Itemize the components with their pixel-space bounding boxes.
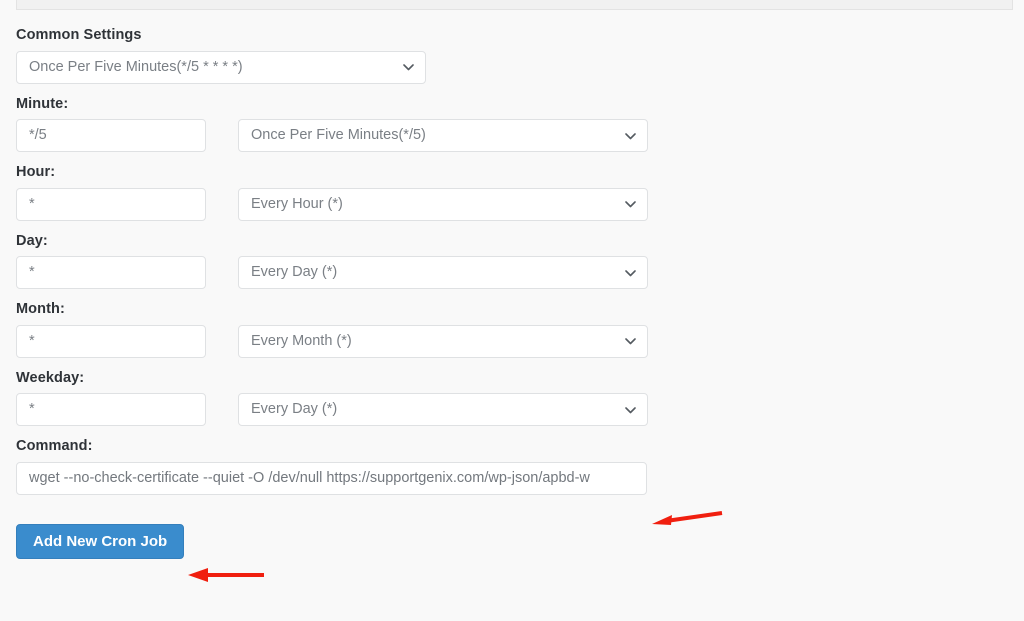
chevron-down-icon bbox=[403, 62, 414, 73]
day-select[interactable]: Every Day (*) bbox=[238, 256, 648, 289]
add-new-cron-job-button[interactable]: Add New Cron Job bbox=[16, 523, 185, 559]
hour-input[interactable]: * bbox=[16, 187, 206, 221]
weekday-input-value: * bbox=[29, 401, 35, 417]
common-settings-group: Common Settings Once Per Five Minutes(*/… bbox=[16, 28, 1008, 84]
command-row: wget --no-check-certificate --quiet -O /… bbox=[16, 461, 1008, 495]
hour-input-value: * bbox=[29, 195, 35, 212]
common-settings-select-value: Once Per Five Minutes(*/5 * * * *) bbox=[29, 58, 243, 75]
chevron-down-icon bbox=[625, 267, 636, 278]
minute-select-value: Once Per Five Minutes(*/5) bbox=[251, 127, 426, 143]
minute-input-value: */5 bbox=[29, 127, 47, 143]
hour-label: Hour: bbox=[16, 164, 56, 180]
minute-label: Minute: bbox=[16, 95, 69, 112]
chevron-down-icon bbox=[625, 130, 636, 141]
weekday-select-value: Every Day (*) bbox=[251, 401, 338, 417]
chevron-down-icon bbox=[625, 404, 636, 415]
month-input-value: * bbox=[29, 332, 35, 349]
hour-select-value: Every Hour (*) bbox=[251, 195, 343, 212]
weekday-group: Weekday: * Every Day (*) bbox=[16, 369, 1008, 426]
weekday-input[interactable]: * bbox=[16, 393, 206, 426]
command-input[interactable]: wget --no-check-certificate --quiet -O /… bbox=[16, 461, 647, 495]
common-settings-select[interactable]: Once Per Five Minutes(*/5 * * * *) bbox=[16, 50, 426, 84]
common-settings-label: Common Settings bbox=[16, 27, 142, 43]
month-label: Month: bbox=[16, 301, 65, 317]
minute-select[interactable]: Once Per Five Minutes(*/5) bbox=[238, 119, 648, 152]
month-row: * Every Month (*) bbox=[16, 324, 1008, 358]
weekday-row: * Every Day (*) bbox=[16, 393, 1008, 426]
chevron-down-icon bbox=[625, 336, 636, 347]
submit-row: Add New Cron Job bbox=[16, 508, 1008, 559]
weekday-label: Weekday: bbox=[16, 369, 85, 386]
month-select[interactable]: Every Month (*) bbox=[238, 324, 648, 358]
day-select-value: Every Day (*) bbox=[251, 264, 338, 280]
command-input-value: wget --no-check-certificate --quiet -O /… bbox=[29, 469, 590, 486]
day-row: * Every Day (*) bbox=[16, 256, 1008, 289]
minute-row: */5 Once Per Five Minutes(*/5) bbox=[16, 119, 1008, 152]
minute-input[interactable]: */5 bbox=[16, 119, 206, 152]
day-input-value: * bbox=[29, 264, 35, 280]
month-select-value: Every Month (*) bbox=[251, 332, 352, 349]
minute-group: Minute: */5 Once Per Five Minutes(*/5) bbox=[16, 95, 1008, 152]
hour-select[interactable]: Every Hour (*) bbox=[238, 187, 648, 221]
hour-row: * Every Hour (*) bbox=[16, 187, 1008, 221]
command-group: Command: wget --no-check-certificate --q… bbox=[16, 439, 1008, 495]
cron-job-form: Common Settings Once Per Five Minutes(*/… bbox=[16, 28, 1008, 559]
arrow-pointing-at-add-button bbox=[180, 566, 266, 586]
common-settings-row: Once Per Five Minutes(*/5 * * * *) bbox=[16, 50, 1008, 84]
day-group: Day: * Every Day (*) bbox=[16, 232, 1008, 289]
day-input[interactable]: * bbox=[16, 256, 206, 289]
chevron-down-icon bbox=[625, 199, 636, 210]
month-group: Month: * Every Month (*) bbox=[16, 302, 1008, 358]
month-input[interactable]: * bbox=[16, 324, 206, 358]
command-label: Command: bbox=[16, 438, 93, 454]
cut-off-panel-header bbox=[16, 0, 1013, 10]
weekday-select[interactable]: Every Day (*) bbox=[238, 393, 648, 426]
hour-group: Hour: * Every Hour (*) bbox=[16, 165, 1008, 221]
day-label: Day: bbox=[16, 232, 48, 249]
